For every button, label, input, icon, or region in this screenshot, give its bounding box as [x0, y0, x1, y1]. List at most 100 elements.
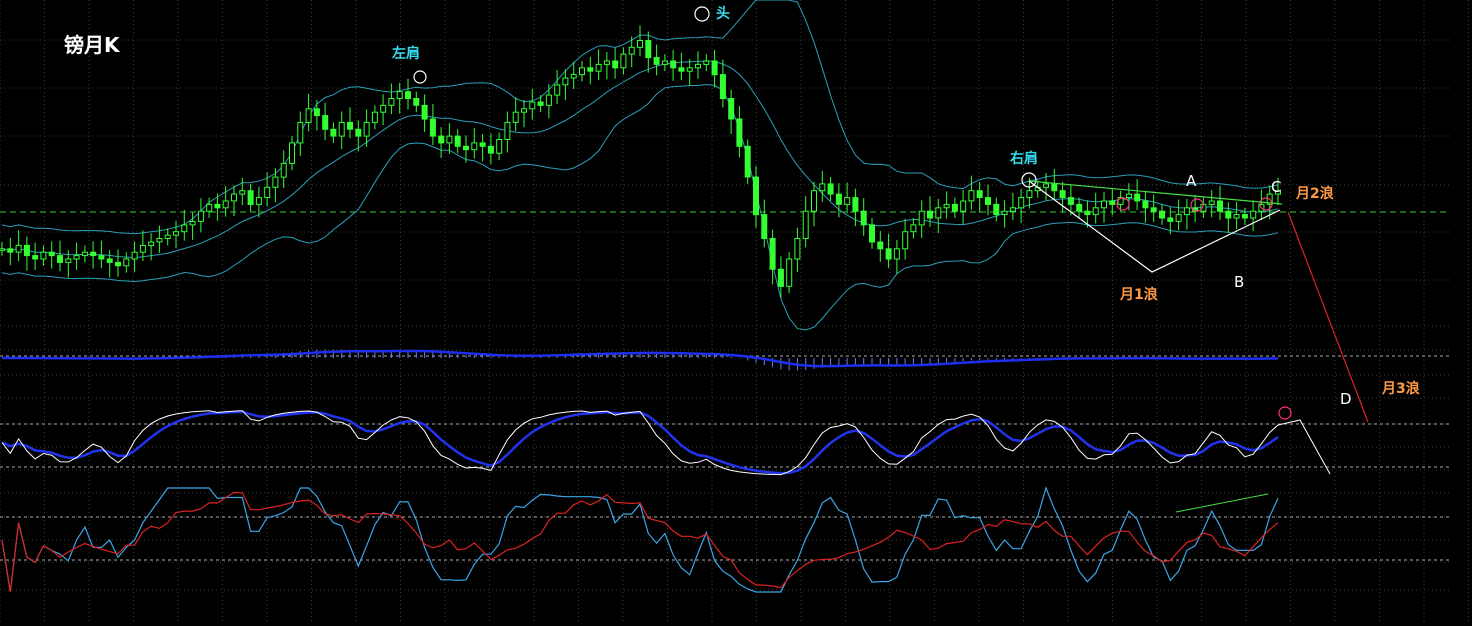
- candle-bear: [48, 251, 55, 257]
- candle-bull: [239, 190, 246, 195]
- candle-bear: [753, 176, 759, 216]
- candle-bull: [562, 77, 569, 86]
- candle-bull: [1175, 214, 1182, 222]
- candle-bull: [902, 231, 909, 250]
- label-head: 头: [716, 5, 730, 22]
- candle-bear: [1225, 210, 1232, 219]
- candle-bull: [181, 224, 188, 233]
- candle-bear: [1051, 183, 1058, 192]
- candle-bear: [976, 190, 983, 198]
- candle-bear: [927, 210, 933, 219]
- candle-bear: [670, 60, 677, 69]
- candle-bull: [338, 121, 345, 137]
- candle-bull: [1233, 214, 1240, 219]
- candle-bull: [910, 224, 917, 233]
- candle-bull: [968, 190, 975, 202]
- candle-bull: [935, 207, 942, 219]
- candle-bear: [98, 255, 105, 260]
- chart-canvas: 镑月K 左肩 头 右肩 A B C D 月1浪 月2浪 月3浪: [0, 0, 1472, 622]
- candle-bear: [90, 251, 97, 257]
- candle-bull: [811, 190, 817, 212]
- candle-bear: [247, 190, 254, 205]
- candle-bull: [206, 203, 213, 212]
- label-point-a: A: [1186, 172, 1197, 190]
- candle-bear: [7, 248, 14, 253]
- candle-bear: [587, 67, 594, 72]
- candle-bull: [264, 186, 271, 199]
- candle-bull: [131, 251, 138, 260]
- candle-bull: [1018, 197, 1025, 209]
- candle-bull: [396, 91, 403, 99]
- candle-bull: [173, 231, 179, 236]
- candle-bear: [322, 115, 329, 130]
- candle-bear: [438, 135, 445, 144]
- candle-bear: [885, 248, 892, 260]
- candle-bull: [81, 251, 88, 257]
- label-wave2: 月2浪: [1295, 185, 1334, 202]
- candle-bear: [827, 183, 834, 195]
- candle-bear: [313, 108, 320, 117]
- candle-bear: [1076, 203, 1083, 212]
- label-wave3: 月3浪: [1381, 380, 1420, 397]
- candle-bear: [761, 214, 768, 240]
- candle-bear: [429, 118, 436, 137]
- candle-bull: [529, 101, 536, 110]
- candle-bear: [1084, 210, 1091, 216]
- candle-bear: [355, 128, 362, 137]
- label-point-d: D: [1340, 390, 1352, 408]
- candle-bull: [272, 176, 279, 188]
- candle-bull: [388, 98, 395, 106]
- candle-bull: [802, 210, 809, 239]
- candle-bull: [123, 258, 130, 267]
- candle-bear: [1067, 197, 1074, 205]
- candle-bear: [1159, 210, 1165, 219]
- candle-bull: [628, 46, 635, 55]
- candle-bull: [222, 200, 229, 209]
- candle-bull: [1250, 210, 1257, 219]
- candle-bull: [1208, 200, 1215, 205]
- candle-bull: [73, 255, 80, 260]
- candle-bear: [1134, 193, 1141, 202]
- candle-bull: [686, 67, 693, 72]
- candle-bull: [371, 111, 378, 123]
- candle-bear: [454, 135, 461, 147]
- candle-bull: [1183, 207, 1190, 216]
- candle-bear: [463, 145, 469, 151]
- candle-bull: [521, 108, 527, 113]
- candle-bear: [23, 244, 30, 257]
- candle-bull: [255, 197, 262, 205]
- candle-bear: [106, 258, 113, 263]
- candle-bull: [231, 193, 237, 202]
- candle-bear: [711, 60, 718, 76]
- candle-bear: [1241, 214, 1248, 219]
- candle-bull: [280, 162, 287, 178]
- label-point-c: C: [1271, 178, 1281, 196]
- candle-bull: [637, 40, 643, 48]
- candle-bear: [330, 128, 337, 137]
- candle-bear: [645, 40, 652, 59]
- candle-bull: [554, 84, 561, 96]
- candle-bull: [819, 183, 826, 192]
- candle-bull: [164, 234, 171, 240]
- candle-bull: [960, 200, 967, 212]
- candle-bear: [32, 255, 39, 260]
- candle-bull: [1026, 190, 1033, 198]
- candle-bear: [835, 193, 842, 205]
- candle-bull: [943, 203, 950, 209]
- candle-bull: [40, 251, 47, 260]
- candle-bear: [1217, 200, 1223, 212]
- candle-bull: [1092, 207, 1099, 216]
- candle-bull: [65, 258, 72, 263]
- label-point-b: B: [1234, 273, 1244, 291]
- candle-bull: [363, 121, 370, 137]
- candle-bear: [653, 57, 660, 65]
- label-wave1: 月1浪: [1119, 286, 1158, 303]
- candle-bull: [918, 210, 925, 226]
- label-right-shoulder: 右肩: [1009, 150, 1038, 167]
- candle-bear: [413, 98, 420, 106]
- candle-bear: [951, 203, 958, 212]
- candle-bear: [719, 74, 726, 99]
- candle-bear: [1142, 200, 1149, 209]
- label-left-shoulder: 左肩: [391, 45, 420, 62]
- candle-bear: [860, 210, 867, 226]
